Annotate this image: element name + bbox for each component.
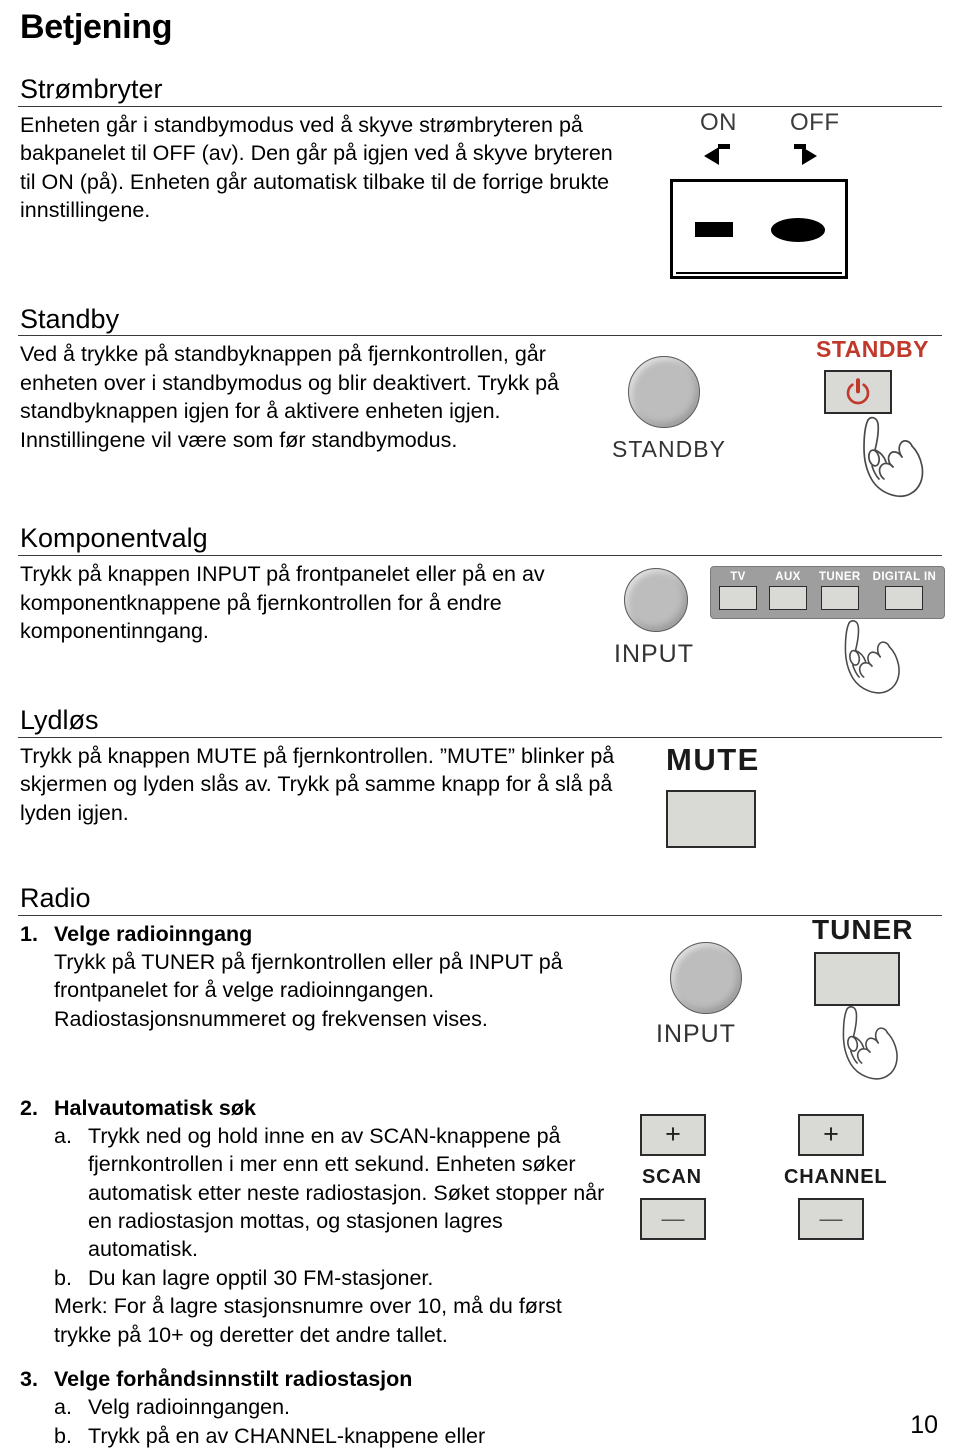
standby-knob[interactable] xyxy=(628,356,700,429)
pointing-hand-icon xyxy=(844,620,900,694)
section-heading-standby: Standby xyxy=(20,303,120,334)
tuner-input-knob[interactable] xyxy=(670,941,742,1014)
radio-item-1-marker: 1. xyxy=(20,921,38,946)
power-icon xyxy=(846,378,870,405)
radio-item-3b-body: Trykk på en av CHANNEL-knappene eller xyxy=(88,1423,486,1448)
tuner-button-label: TUNER xyxy=(812,913,914,945)
section-strombryter: Strømbryter Enheten går i standbymodus v… xyxy=(18,74,942,281)
section-heading-strombryter: Strømbryter xyxy=(20,74,163,105)
off-label: OFF xyxy=(790,108,840,136)
input-button-tuner[interactable]: TUNER xyxy=(819,571,861,611)
section-lydlos: Lydløs Trykk på knappen MUTE på fjernkon… xyxy=(18,705,942,862)
section-rule xyxy=(18,105,942,107)
input-button-aux[interactable]: AUX xyxy=(769,571,807,611)
input-button-tuner-pad[interactable] xyxy=(820,586,859,611)
radio-item-2a-marker: a. xyxy=(54,1123,72,1148)
section-body-komponentvalg: Trykk på knappen INPUT på frontpanelet e… xyxy=(18,560,618,645)
switch-oval-icon xyxy=(771,217,825,242)
input-button-aux-pad[interactable] xyxy=(769,586,807,611)
mute-label: MUTE xyxy=(666,741,760,777)
illustration-standby: STANDBY STANDBY xyxy=(612,336,942,500)
radio-item-1-title: Velge radioinngang xyxy=(54,921,253,946)
radio-item-3-marker: 3. xyxy=(20,1366,38,1391)
illustration-mute: MUTE xyxy=(618,742,942,862)
radio-item-3: 3. Velge forhåndsinnstilt radiostasjon a… xyxy=(18,1365,618,1450)
tuner-input-knob-label: INPUT xyxy=(656,1019,736,1048)
section-body-standby: Ved å trykke på standbyknappen på fjernk… xyxy=(18,340,618,454)
channel-plus-label: + xyxy=(823,1119,839,1150)
illustration-scan-channel: + SCAN — + CHANNEL — xyxy=(618,1094,942,1274)
input-button-digital-in-pad[interactable] xyxy=(885,586,924,611)
standby-knob-label: STANDBY xyxy=(612,436,726,463)
switch-bar-icon xyxy=(695,221,733,237)
mute-button[interactable] xyxy=(666,789,756,848)
channel-minus-label: — xyxy=(819,1205,843,1232)
radio-item-2-marker: 2. xyxy=(20,1095,38,1120)
scan-minus-button[interactable]: — xyxy=(640,1197,706,1240)
scan-minus-label: — xyxy=(661,1205,685,1232)
page-title: Betjening xyxy=(20,8,173,46)
illustration-placeholder xyxy=(618,1365,942,1375)
section-heading-radio: Radio xyxy=(20,882,91,913)
section-standby: Standby Ved å trykke på standbyknappen p… xyxy=(18,303,942,501)
paragraph: Trykk på knappen MUTE på fjernkontrollen… xyxy=(20,743,615,825)
input-button-tuner-label: TUNER xyxy=(819,571,861,584)
input-button-tv-label: TV xyxy=(730,571,746,584)
section-komponentvalg: Komponentvalg Trykk på knappen INPUT på … xyxy=(18,523,946,700)
section-radio: Radio 1. Velge radioinngang Trykk på TUN… xyxy=(18,882,942,1450)
paragraph: Trykk på knappen INPUT på frontpanelet e… xyxy=(20,562,545,643)
radio-item-3a-body: Velg radioinngangen. xyxy=(88,1395,291,1420)
input-button-digital-in-label: DIGITAL IN xyxy=(872,571,937,584)
radio-item-2b-marker: b. xyxy=(54,1265,72,1290)
radio-item-2-note: Merk: For å lagre stasjonsnumre over 10,… xyxy=(54,1294,562,1347)
channel-plus-button[interactable]: + xyxy=(798,1113,864,1156)
illustration-power-switch: ON OFF xyxy=(618,108,942,281)
input-button-aux-label: AUX xyxy=(775,571,801,584)
pointing-hand-icon xyxy=(842,1005,898,1080)
paragraph: Enheten går i standbymodus ved å skyve s… xyxy=(20,112,613,222)
radio-item-2-title: Halvautomatisk søk xyxy=(54,1095,256,1120)
input-knob-label: INPUT xyxy=(614,640,694,669)
illustration-input: INPUT TV AUX TUNER DIGITAL IN xyxy=(614,560,946,700)
standby-remote-label: STANDBY xyxy=(816,336,929,363)
illustration-tuner: INPUT TUNER xyxy=(618,914,942,1080)
section-heading-komponentvalg: Komponentvalg xyxy=(20,523,208,554)
scan-plus-button[interactable]: + xyxy=(640,1113,706,1156)
page-number: 10 xyxy=(910,1411,938,1439)
section-rule xyxy=(18,555,942,557)
radio-item-2b-body: Du kan lagre opptil 30 FM-stasjoner. xyxy=(88,1265,434,1290)
radio-item-1: 1. Velge radioinngang Trykk på TUNER på … xyxy=(18,920,618,1034)
section-body-lydlos: Trykk på knappen MUTE på fjernkontrollen… xyxy=(18,742,618,827)
channel-label: CHANNEL xyxy=(784,1165,888,1188)
radio-item-2: 2. Halvautomatisk søk a. Trykk ned og ho… xyxy=(18,1094,618,1349)
input-button-tv-pad[interactable] xyxy=(719,586,757,611)
radio-item-3a-marker: a. xyxy=(54,1395,72,1420)
on-label: ON xyxy=(700,108,737,136)
paragraph: Ved å trykke på standbyknappen på fjernk… xyxy=(20,342,559,452)
section-heading-lydlos: Lydløs xyxy=(20,705,99,736)
section-rule xyxy=(18,736,942,738)
input-button-digital-in[interactable]: DIGITAL IN xyxy=(872,571,937,611)
channel-minus-button[interactable]: — xyxy=(798,1197,864,1240)
input-knob[interactable] xyxy=(624,568,688,633)
radio-item-3-title: Velge forhåndsinnstilt radiostasjon xyxy=(54,1366,413,1391)
document-page: Betjening Strømbryter Enheten går i stan… xyxy=(0,8,960,1448)
scan-label: SCAN xyxy=(642,1165,702,1188)
scan-plus-label: + xyxy=(665,1119,681,1150)
section-body-strombryter: Enheten går i standbymodus ved å skyve s… xyxy=(18,111,618,225)
radio-item-2a-body: Trykk ned og hold inne en av SCAN-knappe… xyxy=(88,1123,605,1262)
section-rule xyxy=(18,335,942,337)
section-rule xyxy=(18,914,942,916)
power-switch-body[interactable] xyxy=(670,178,848,279)
input-button-tv[interactable]: TV xyxy=(719,571,757,611)
pointing-hand-icon xyxy=(863,417,924,498)
radio-item-3b-marker: b. xyxy=(54,1423,72,1448)
radio-item-1-body: Trykk på TUNER på fjernkontrollen eller … xyxy=(54,949,563,1031)
